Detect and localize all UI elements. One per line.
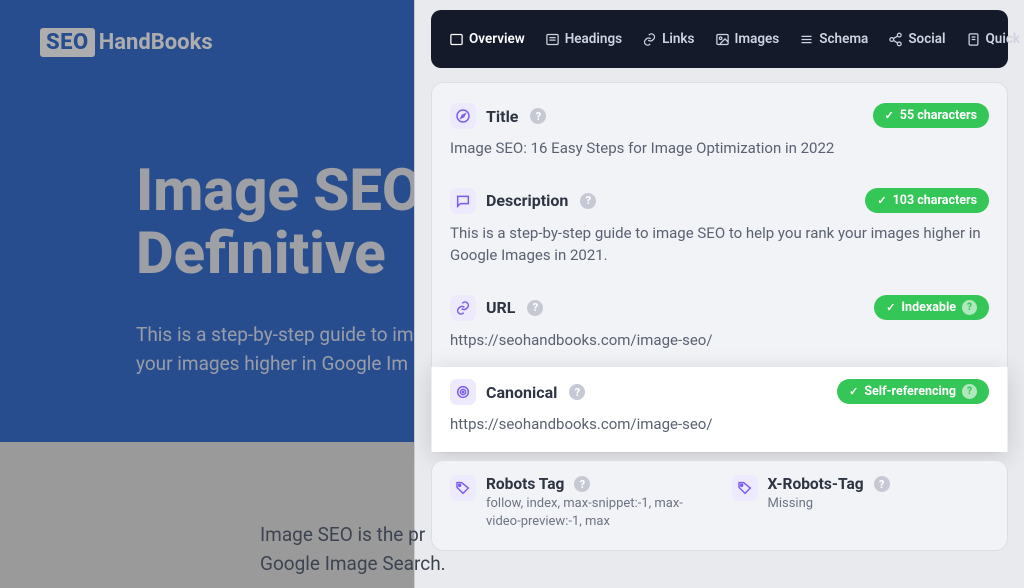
help-icon[interactable]: ? — [962, 384, 977, 399]
section-heading: URL — [486, 298, 515, 317]
tab-label: Overview — [469, 31, 525, 47]
url-badge: ✓ Indexable ? — [874, 295, 989, 320]
section-heading: Title — [486, 107, 518, 126]
overview-card: ✓ 55 characters Title ? Image SEO: 16 Ea… — [431, 82, 1008, 453]
robots-tag-column: Robots Tag ? follow, index, max-snippet:… — [450, 475, 708, 530]
xrobots-tag-label: X-Robots-Tag — [768, 475, 864, 493]
check-icon: ✓ — [849, 385, 858, 398]
description-value: This is a step-by-step guide to image SE… — [450, 222, 989, 267]
section-canonical: ✓ Self-referencing ? Canonical ? https:/… — [431, 367, 1008, 452]
links-icon — [642, 32, 657, 47]
tab-overview[interactable]: Overview — [441, 25, 533, 53]
section-heading: Canonical — [486, 383, 557, 402]
tab-label: Links — [662, 31, 694, 47]
tab-schema[interactable]: Schema — [791, 25, 876, 53]
site-logo[interactable]: SEO HandBooks — [40, 28, 213, 57]
check-icon: ✓ — [886, 301, 895, 314]
tab-quick-links[interactable]: Quick Links — [958, 25, 1024, 53]
title-value: Image SEO: 16 Easy Steps for Image Optim… — [450, 137, 989, 160]
quick-links-icon — [966, 32, 981, 47]
images-icon — [715, 32, 730, 47]
tab-links[interactable]: Links — [634, 25, 702, 53]
logo-text: HandBooks — [99, 30, 213, 55]
tab-social[interactable]: Social — [880, 25, 953, 53]
help-icon[interactable]: ? — [574, 476, 590, 492]
tab-label: Social — [908, 31, 945, 47]
overview-icon — [449, 32, 464, 47]
check-icon: ✓ — [877, 194, 886, 207]
help-icon[interactable]: ? — [527, 300, 543, 316]
help-icon[interactable]: ? — [569, 384, 585, 400]
link-icon — [450, 295, 476, 321]
help-icon[interactable]: ? — [580, 193, 596, 209]
robots-tag-value: follow, index, max-snippet:-1, max-video… — [486, 495, 708, 530]
robots-card: Robots Tag ? follow, index, max-snippet:… — [431, 460, 1008, 551]
tab-label: Headings — [565, 31, 622, 47]
xrobots-tag-value: Missing — [768, 495, 890, 513]
robots-tag-label: Robots Tag — [486, 475, 564, 493]
help-icon[interactable]: ? — [962, 300, 977, 315]
title-badge: ✓ 55 characters — [873, 103, 989, 128]
description-badge: ✓ 103 characters — [865, 188, 989, 213]
badge-label: 103 characters — [893, 193, 977, 208]
compass-icon — [450, 103, 476, 129]
hero-banner-content: SEO HandBooks Image SEO Definitive This … — [0, 0, 414, 442]
panel-tabs: Overview Headings Links Images Schema So… — [431, 10, 1008, 68]
section-title: ✓ 55 characters Title ? Image SEO: 16 Ea… — [432, 91, 1007, 176]
hero-title: Image SEO Definitive — [136, 160, 422, 285]
tab-label: Images — [735, 31, 780, 47]
help-icon[interactable]: ? — [874, 476, 890, 492]
tab-label: Quick Links — [986, 31, 1024, 47]
social-icon — [888, 32, 903, 47]
headings-icon — [545, 32, 560, 47]
hero-subtitle: This is a step-by-step guide to im your … — [136, 320, 414, 379]
xrobots-tag-column: X-Robots-Tag ? Missing — [732, 475, 990, 530]
tab-images[interactable]: Images — [707, 25, 788, 53]
tab-label: Schema — [819, 31, 868, 47]
canonical-badge: ✓ Self-referencing ? — [837, 379, 989, 404]
schema-icon — [799, 32, 814, 47]
tab-headings[interactable]: Headings — [537, 25, 630, 53]
target-icon — [450, 379, 476, 405]
badge-label: 55 characters — [900, 108, 977, 123]
check-icon: ✓ — [885, 109, 894, 122]
message-icon — [450, 188, 476, 214]
tag-icon — [450, 475, 476, 501]
url-value: https://seohandbooks.com/image-seo/ — [450, 329, 989, 352]
logo-box: SEO — [40, 28, 95, 57]
seo-panel: Overview Headings Links Images Schema So… — [414, 0, 1024, 588]
tag-icon — [732, 475, 758, 501]
section-heading: Description — [486, 191, 568, 210]
section-url: ✓ Indexable ? URL ? https://seohandbooks… — [432, 283, 1007, 368]
section-description: ✓ 103 characters Description ? This is a… — [432, 176, 1007, 283]
help-icon[interactable]: ? — [530, 108, 546, 124]
badge-label: Indexable — [901, 300, 956, 315]
canonical-value: https://seohandbooks.com/image-seo/ — [450, 413, 989, 436]
article-body-snippet: Image SEO is the pr Google Image Search. — [260, 520, 446, 579]
badge-label: Self-referencing — [864, 384, 956, 399]
